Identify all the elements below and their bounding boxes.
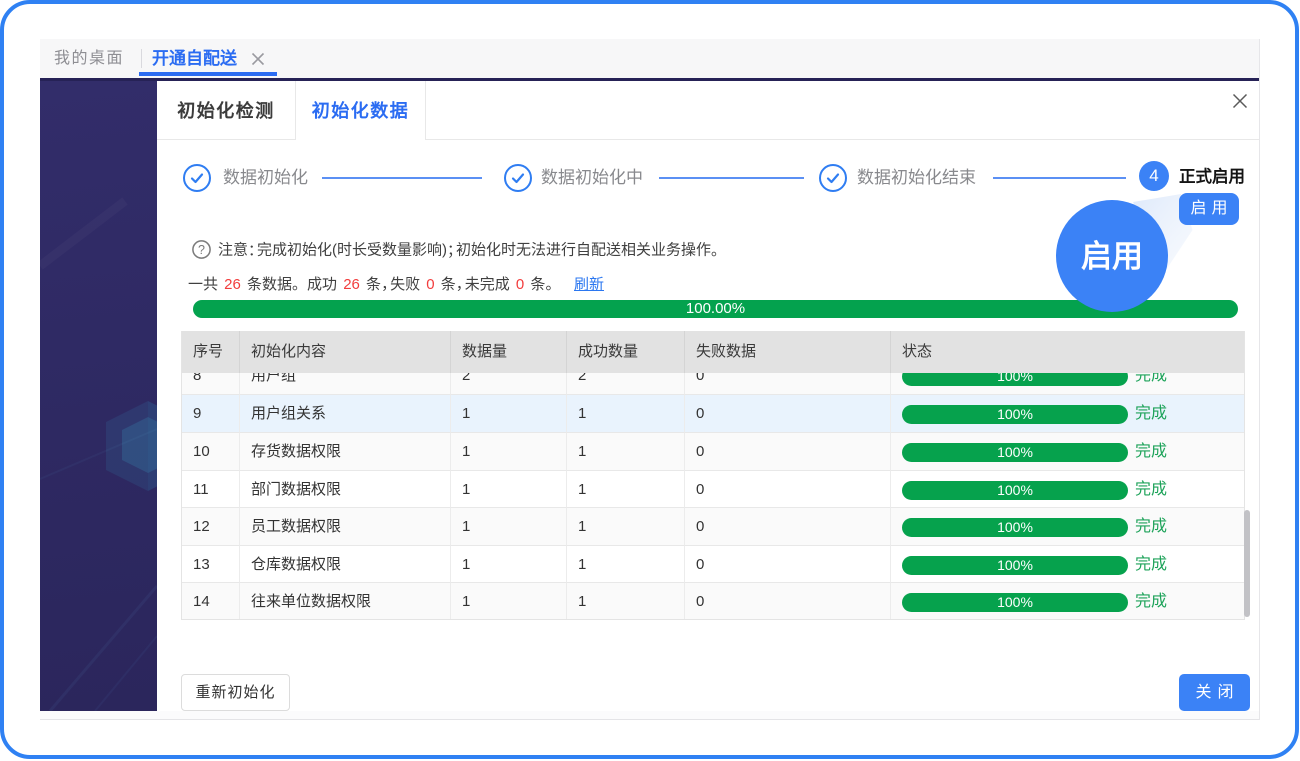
svg-text:?: ?: [198, 243, 205, 257]
